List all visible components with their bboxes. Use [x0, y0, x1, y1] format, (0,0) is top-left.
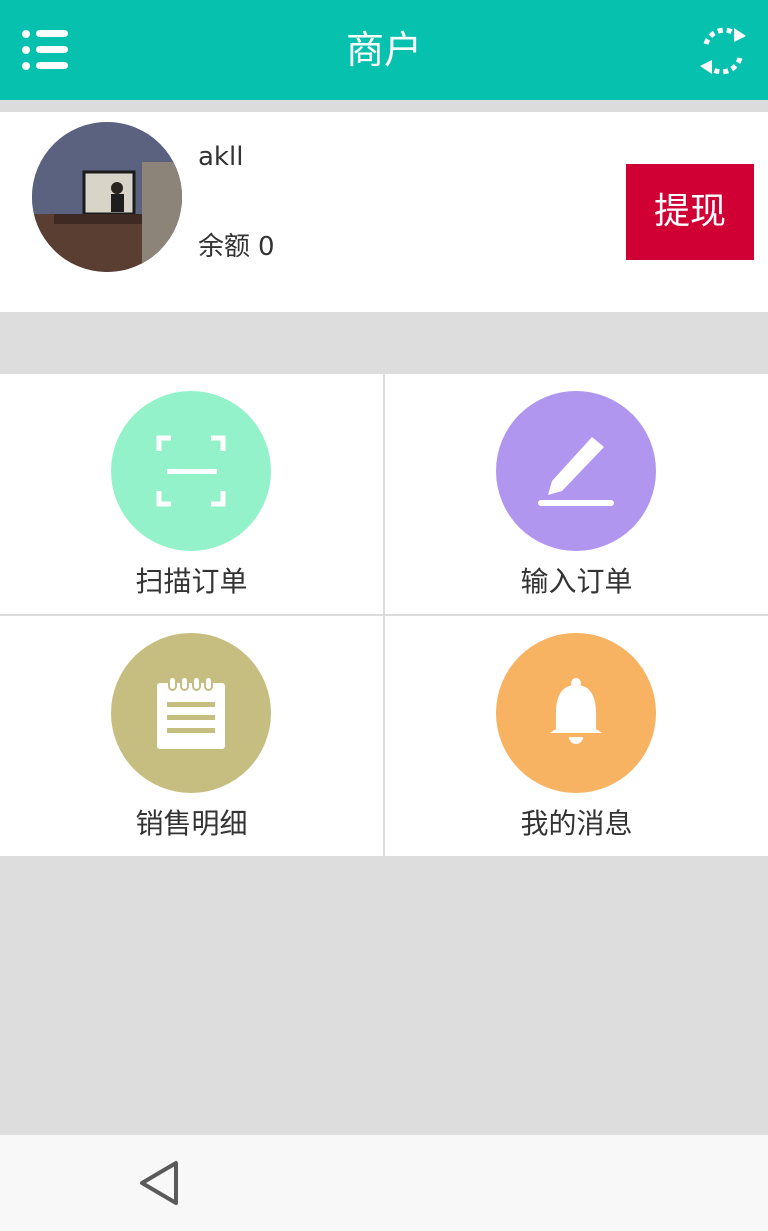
menu-item-label: 扫描订单	[135, 565, 248, 598]
back-triangle-icon	[140, 1161, 178, 1205]
scan-icon-circle	[111, 391, 271, 551]
notepad-icon-circle	[111, 633, 271, 793]
bell-icon	[550, 678, 602, 744]
menu-grid: 扫描订单 输入订单 销售明细 我的消息	[0, 374, 768, 856]
balance-label: 余额	[198, 232, 251, 262]
menu-item-scan-order[interactable]: 扫描订单	[0, 374, 383, 614]
back-button[interactable]	[134, 1157, 186, 1209]
withdraw-button[interactable]: 提现	[626, 164, 754, 260]
refresh-button[interactable]	[694, 22, 752, 80]
menu-item-input-order[interactable]: 输入订单	[385, 374, 768, 614]
refresh-icon	[700, 27, 746, 75]
menu-item-sales-detail[interactable]: 销售明细	[0, 616, 383, 856]
list-menu-icon	[22, 30, 68, 70]
system-navigation-bar	[0, 1134, 768, 1231]
top-bar-divider	[0, 100, 768, 112]
pencil-icon	[538, 437, 614, 506]
pencil-icon-circle	[496, 391, 656, 551]
balance-value: 0	[258, 232, 275, 262]
menu-item-label: 我的消息	[520, 807, 633, 840]
bell-icon-circle	[496, 633, 656, 793]
username: akll	[198, 142, 244, 172]
menu-item-label: 输入订单	[520, 565, 633, 598]
menu-button[interactable]	[18, 22, 74, 78]
notepad-icon	[157, 676, 225, 749]
menu-item-label: 销售明细	[135, 807, 248, 840]
avatar[interactable]	[32, 122, 182, 272]
balance: 余额 0	[198, 226, 283, 263]
scan-icon	[156, 435, 226, 507]
profile-card: akll 余额 0 提现	[0, 112, 768, 312]
menu-item-my-messages[interactable]: 我的消息	[385, 616, 768, 856]
top-bar	[0, 0, 768, 100]
